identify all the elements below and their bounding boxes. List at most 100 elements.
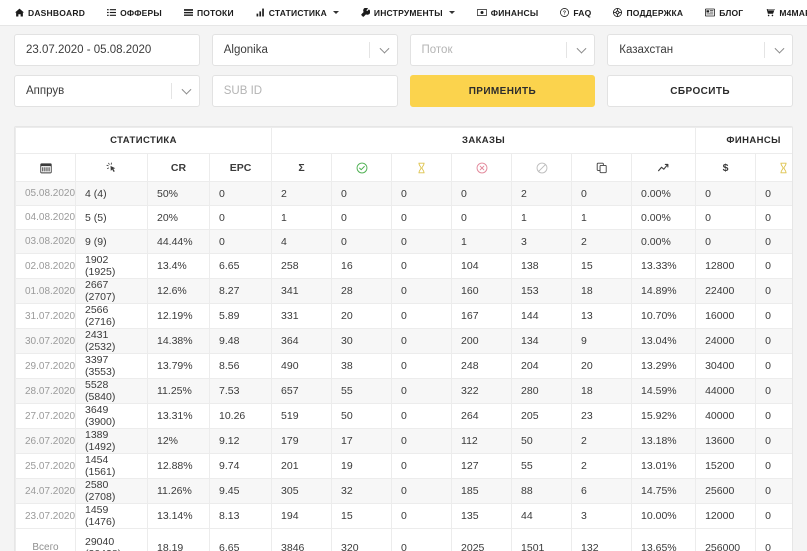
apply-button[interactable]: ПРИМЕНИТЬ [410,75,596,107]
cell-orders_cancelled: 3 [512,230,572,254]
cell-orders_pending: 0 [392,379,452,404]
nav-item-dashboard[interactable]: DASHBOARD [4,0,96,26]
nav-item-streams[interactable]: ПОТОКИ [173,0,245,26]
table-row: 27.07.20203649 (3900)13.31%10.2651950026… [16,404,794,429]
cell-money_approved: 256000 [696,529,756,551]
cell-cr: 11.26% [148,479,210,504]
cell-money_pending: 0 [756,504,793,529]
cell-orders_approved: 17 [332,429,392,454]
cell-orders_trend: 0.00% [632,230,696,254]
cell-orders_pending: 0 [392,504,452,529]
cell-epc: 9.45 [210,479,272,504]
col-header-orders-approved[interactable] [332,154,392,182]
cell-money_approved: 22400 [696,279,756,304]
wrench-icon [361,8,370,17]
col-header-orders-cancelled[interactable] [512,154,572,182]
cell-orders_rejected: 127 [452,454,512,479]
cell-orders_duplicate: 18 [572,379,632,404]
cell-money_pending: 0 [756,182,793,206]
cell-orders_approved: 32 [332,479,392,504]
cell-orders_total: 201 [272,454,332,479]
col-header-epc[interactable]: EPC [210,154,272,182]
reset-button[interactable]: СБРОСИТЬ [607,75,793,107]
cell-orders_duplicate: 2 [572,454,632,479]
cell-orders_duplicate: 15 [572,254,632,279]
col-header-clicks[interactable] [76,154,148,182]
cell-money_pending: 0 [756,329,793,354]
cell-money_approved: 0 [696,230,756,254]
cell-orders_pending: 0 [392,279,452,304]
cell-orders_trend: 0.00% [632,182,696,206]
cell-money_pending: 0 [756,279,793,304]
table-row: 29.07.20203397 (3553)13.79%8.56490380248… [16,354,794,379]
nav-item-m4market[interactable]: M4MARKET [754,0,807,26]
cell-orders_duplicate: 23 [572,404,632,429]
table-row: 04.08.20205 (5)20%01000110.00%00 [16,206,794,230]
statistics-table: СТАТИСТИКА ЗАКАЗЫ ФИНАНСЫ CR EPC Σ [15,127,793,551]
cell-orders_trend: 14.75% [632,479,696,504]
cell-money_approved: 13600 [696,429,756,454]
cell-orders_total: 179 [272,429,332,454]
click-icon [106,161,118,173]
times-circle-icon [476,161,488,173]
col-header-orders-pending[interactable] [392,154,452,182]
col-header-money-pending[interactable] [756,154,793,182]
cell-orders_cancelled: 88 [512,479,572,504]
cell-orders_rejected: 104 [452,254,512,279]
nav-item-statistics[interactable]: СТАТИСТИКА [245,0,350,26]
sub-id-input-wrap[interactable]: SUB ID [212,75,398,107]
nav-item-blog[interactable]: БЛОГ [694,0,754,26]
cell-orders_approved: 55 [332,379,392,404]
cell-clicks: 2667 (2707) [76,279,148,304]
cell-date: 03.08.2020 [16,230,76,254]
cell-epc: 0 [210,230,272,254]
nav-item-support[interactable]: ПОДДЕРЖКА [602,0,694,26]
table-body: 05.08.20204 (4)50%02000200.00%0004.08.20… [16,182,794,551]
col-header-orders-total[interactable]: Σ [272,154,332,182]
cell-money_pending: 0 [756,254,793,279]
cell-epc: 0 [210,206,272,230]
nav-item-tools[interactable]: ИНСТРУМЕНТЫ [350,0,466,26]
cell-orders_duplicate: 18 [572,279,632,304]
cell-orders_approved: 320 [332,529,392,551]
table-row: 02.08.20201902 (1925)13.4%6.652581601041… [16,254,794,279]
table-row: 30.07.20202431 (2532)14.38%9.48364300200… [16,329,794,354]
reset-cell: СБРОСИТЬ [607,75,793,107]
cell-orders_pending: 0 [392,329,452,354]
stream-select[interactable]: Поток [410,34,596,66]
country-select[interactable]: Казахстан [607,34,793,66]
cell-epc: 8.13 [210,504,272,529]
statistics-table-container: СТАТИСТИКА ЗАКАЗЫ ФИНАНСЫ CR EPC Σ [14,126,793,551]
col-header-orders-rejected[interactable] [452,154,512,182]
col-header-money-approved[interactable]: $ [696,154,756,182]
cell-orders_duplicate: 3 [572,504,632,529]
cell-clicks: 3649 (3900) [76,404,148,429]
cell-orders_total: 4 [272,230,332,254]
cell-orders_total: 364 [272,329,332,354]
group-header-statistics: СТАТИСТИКА [16,128,272,154]
nav-item-support-label: ПОДДЕРЖКА [626,8,683,18]
advertiser-select[interactable]: Algonika [212,34,398,66]
col-header-orders-trend[interactable] [632,154,696,182]
nav-item-finance[interactable]: ФИНАНСЫ [466,0,550,26]
cell-orders_total: 1 [272,206,332,230]
filters-panel: 23.07.2020 - 05.08.2020 Algonika Поток К… [0,26,807,122]
cell-epc: 5.89 [210,304,272,329]
cell-epc: 8.27 [210,279,272,304]
date-range-input[interactable]: 23.07.2020 - 05.08.2020 [14,34,200,66]
cell-orders_duplicate: 9 [572,329,632,354]
nav-item-faq[interactable]: ? FAQ [549,0,602,26]
cell-clicks: 2431 (2532) [76,329,148,354]
cell-orders_approved: 0 [332,182,392,206]
cell-orders_cancelled: 153 [512,279,572,304]
col-header-cr[interactable]: CR [148,154,210,182]
chevron-down-icon [379,44,389,54]
column-header-row: CR EPC Σ [16,154,794,182]
cell-orders_rejected: 160 [452,279,512,304]
status-select[interactable]: Аппрув [14,75,200,107]
cell-orders_rejected: 200 [452,329,512,354]
nav-item-offers[interactable]: ОФФЕРЫ [96,0,173,26]
cell-orders_total: 657 [272,379,332,404]
col-header-orders-duplicate[interactable] [572,154,632,182]
col-header-date[interactable] [16,154,76,182]
